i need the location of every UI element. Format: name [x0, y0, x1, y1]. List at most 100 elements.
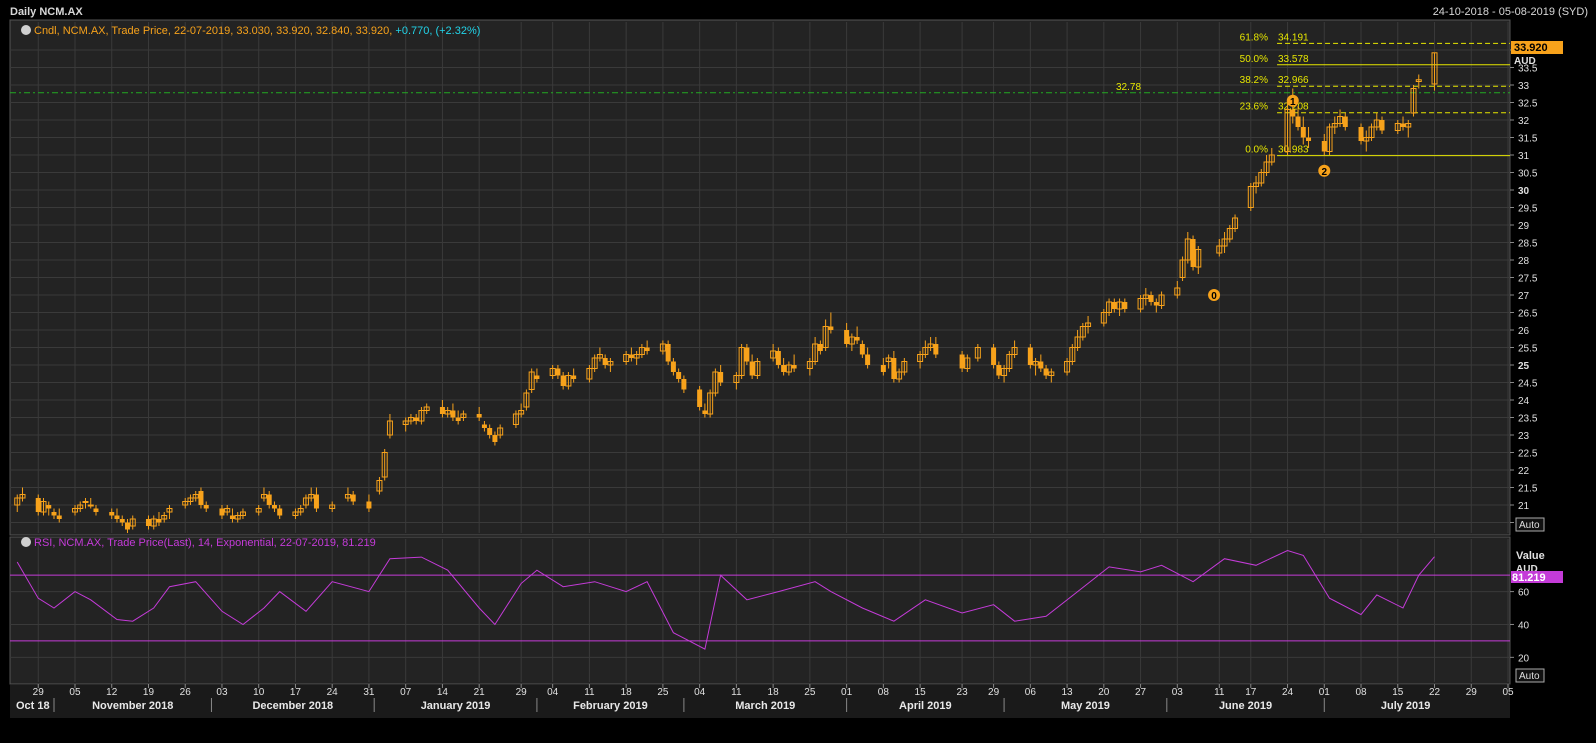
price-tick-label: 28	[1518, 256, 1530, 267]
legend-toggle-icon[interactable]	[21, 25, 31, 35]
x-day-label: 08	[878, 687, 890, 698]
fib-value-label: 30.983	[1278, 145, 1309, 156]
price-tick-label: 22.5	[1518, 449, 1538, 460]
candle-body	[697, 389, 703, 407]
candle-body	[439, 407, 445, 414]
rsi-legend-toggle-icon[interactable]	[21, 537, 31, 547]
x-month-label: January 2019	[421, 700, 491, 712]
price-tick-label: 23	[1518, 431, 1530, 442]
candle-body	[718, 372, 724, 383]
candle-body	[1306, 137, 1312, 141]
x-day-label: 23	[957, 687, 969, 698]
candle-body	[865, 354, 871, 365]
x-day-label: 29	[33, 687, 45, 698]
candle-body	[266, 494, 272, 505]
x-day-label: 29	[516, 687, 528, 698]
price-tick-label: 24.5	[1518, 379, 1538, 390]
x-day-label: 04	[547, 687, 559, 698]
price-currency: AUD	[1514, 56, 1536, 67]
candle-body	[534, 375, 540, 379]
candle-body	[1038, 361, 1044, 369]
price-tick-label: 29.5	[1518, 204, 1538, 215]
candle-body	[880, 365, 886, 372]
candle-body	[271, 505, 277, 509]
candle-body	[1358, 127, 1364, 141]
x-day-label: 20	[1098, 687, 1110, 698]
price-tick-label: 32.5	[1518, 99, 1538, 110]
rsi-panel	[9, 536, 1511, 685]
candle-body	[817, 344, 823, 351]
price-tick-label: 29	[1518, 221, 1530, 232]
price-auto-label: Auto	[1519, 520, 1540, 531]
candle-body	[1379, 120, 1385, 131]
x-month-label: Oct 18	[16, 700, 50, 712]
price-tick-label: 30	[1518, 186, 1530, 197]
candle-body	[46, 505, 52, 509]
x-day-label: 05	[1502, 687, 1514, 698]
x-day-label: 08	[1355, 687, 1367, 698]
rsi-value-header: Value	[1516, 550, 1545, 562]
x-day-label: 24	[327, 687, 339, 698]
candle-body	[991, 347, 997, 365]
x-day-label: 19	[143, 687, 155, 698]
price-tick-label: 27	[1518, 291, 1530, 302]
x-month-label: November 2018	[92, 700, 173, 712]
candle-body	[744, 347, 750, 362]
x-day-label: 27	[1135, 687, 1147, 698]
candle-body	[476, 414, 482, 418]
candle-body	[959, 354, 965, 369]
candle-body	[628, 354, 634, 358]
price-tick-label: 30.5	[1518, 169, 1538, 180]
candle-body	[555, 368, 561, 376]
x-day-label: 31	[363, 687, 375, 698]
rsi-tick-label: 60	[1518, 588, 1530, 599]
fib-percent-label: 50.0%	[1240, 54, 1268, 65]
candle-body	[676, 372, 682, 379]
candle-body	[681, 379, 687, 390]
price-tick-label: 21.5	[1518, 484, 1538, 495]
x-day-label: 24	[1282, 687, 1294, 698]
price-tick-label: 28.5	[1518, 239, 1538, 250]
candle-body	[891, 358, 897, 379]
x-day-label: 01	[1319, 687, 1331, 698]
candle-body	[455, 417, 461, 421]
candle-body	[51, 512, 57, 516]
rsi-legend[interactable]: RSI, NCM.AX, Trade Price(Last), 14, Expo…	[21, 537, 376, 549]
candle-body	[450, 410, 456, 418]
candle-body	[1300, 127, 1306, 138]
last-price-value: 33.920	[1514, 42, 1548, 54]
candle-body	[859, 344, 865, 355]
x-month-label: May 2019	[1061, 700, 1110, 712]
x-month-label: February 2019	[573, 700, 648, 712]
candle-body	[670, 361, 676, 372]
price-tick-label: 23.5	[1518, 414, 1538, 425]
price-tick-label: 22	[1518, 466, 1530, 477]
price-tick-label: 33	[1518, 81, 1530, 92]
candle-body	[229, 515, 235, 519]
fib-percent-label: 23.6%	[1240, 102, 1268, 113]
candle-body	[775, 351, 781, 365]
candle-body	[749, 361, 755, 376]
rsi-legend-label: RSI, NCM.AX, Trade Price(Last), 14, Expo…	[34, 537, 376, 549]
hline-label: 32.78	[1116, 82, 1141, 93]
candle-body	[1148, 295, 1154, 302]
candle-body	[1111, 302, 1117, 309]
candle-body	[492, 435, 498, 442]
price-legend[interactable]: Cndl, NCM.AX, Trade Price, 22-07-2019, 3…	[21, 25, 480, 37]
x-day-label: 25	[657, 687, 669, 698]
candle-body	[413, 417, 419, 421]
candle-body	[828, 326, 834, 330]
price-tick-label: 31.5	[1518, 134, 1538, 145]
x-day-label: 10	[253, 687, 265, 698]
x-day-label: 25	[804, 687, 816, 698]
candle-body	[56, 515, 62, 519]
x-day-label: 17	[290, 687, 302, 698]
date-range: 24-10-2018 - 05-08-2019 (SYD)	[1433, 6, 1588, 18]
fib-value-label: 33.578	[1278, 54, 1309, 65]
candle-body	[481, 424, 487, 428]
candle-body	[198, 491, 204, 505]
chart-window: Daily NCM.AX 24-10-2018 - 05-08-2019 (SY…	[0, 0, 1596, 743]
rsi-last-value: 81.219	[1512, 572, 1546, 584]
x-day-label: 05	[69, 687, 81, 698]
candle-body	[35, 498, 41, 512]
